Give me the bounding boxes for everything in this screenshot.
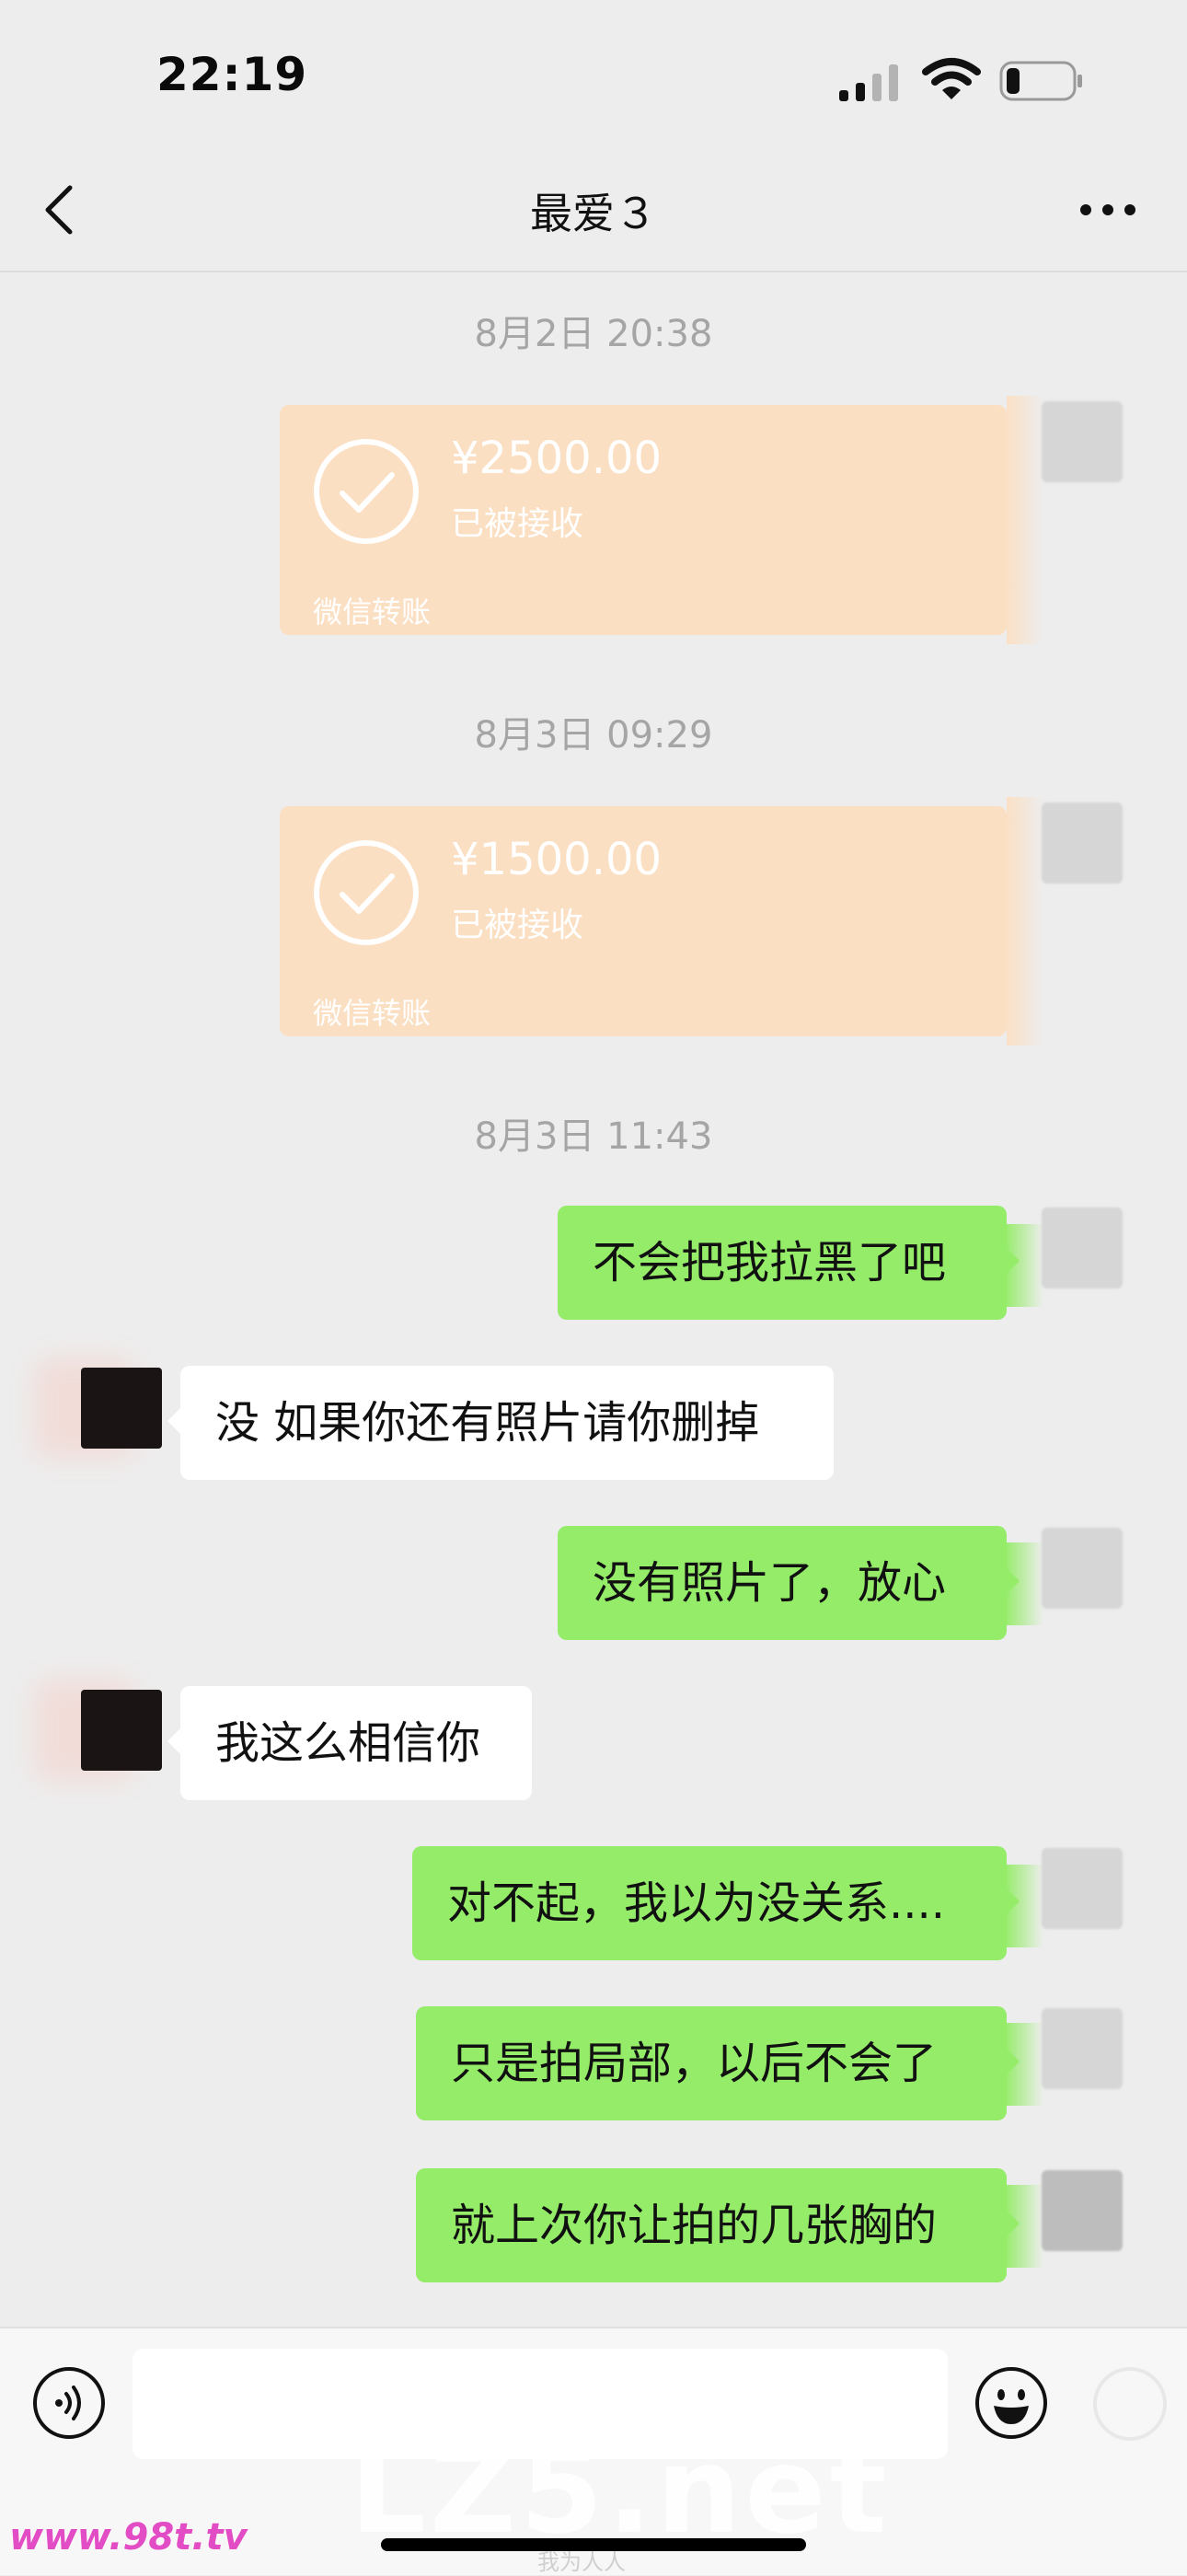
wifi-icon bbox=[922, 58, 981, 99]
battery-icon bbox=[999, 61, 1082, 101]
avatar[interactable] bbox=[1042, 1207, 1123, 1288]
transfer-label: 微信转账 bbox=[313, 996, 432, 1031]
emoji-icon[interactable] bbox=[974, 2365, 1049, 2441]
transfer-card[interactable]: ¥2500.00 已被接收 微信转账 bbox=[280, 405, 1007, 635]
avatar[interactable] bbox=[1042, 1528, 1123, 1609]
bubble-tail bbox=[1007, 1865, 1043, 1947]
message-bubble-sent[interactable]: 就上次你让拍的几张胸的 bbox=[416, 2168, 1020, 2282]
transfer-tail bbox=[1007, 396, 1043, 644]
chat-title: 最爱３ bbox=[530, 189, 657, 238]
home-indicator[interactable] bbox=[381, 2538, 806, 2551]
bubble-tail bbox=[1007, 1224, 1043, 1307]
avatar[interactable] bbox=[1042, 2170, 1123, 2251]
transfer-status: 已被接收 bbox=[451, 907, 584, 944]
avatar[interactable] bbox=[81, 1368, 162, 1449]
transfer-tail bbox=[1007, 797, 1043, 1045]
plus-button[interactable] bbox=[1093, 2367, 1167, 2441]
bubble-tail bbox=[1007, 2185, 1043, 2268]
more-icon[interactable] bbox=[1078, 201, 1137, 219]
message-bubble-sent[interactable]: 不会把我拉黑了吧 bbox=[558, 1206, 1020, 1320]
message-bubble-received[interactable]: 没 如果你还有照片请你删掉 bbox=[167, 1366, 834, 1480]
message-bubble-sent[interactable]: 只是拍局部，以后不会了 bbox=[416, 2006, 1020, 2120]
timestamp: 8月2日 20:38 bbox=[474, 313, 713, 355]
timestamp: 8月3日 09:29 bbox=[474, 714, 713, 757]
message-bubble-received[interactable]: 我这么相信你 bbox=[167, 1686, 532, 1800]
bubble-tail bbox=[1007, 2023, 1043, 2106]
bubble-tail bbox=[1007, 1542, 1043, 1625]
transfer-card[interactable]: ¥1500.00 已被接收 微信转账 bbox=[280, 806, 1007, 1036]
avatar[interactable] bbox=[1042, 803, 1123, 884]
avatar[interactable] bbox=[1042, 2008, 1123, 2089]
status-time: 22:19 bbox=[156, 48, 308, 101]
timestamp: 8月3日 11:43 bbox=[474, 1115, 713, 1158]
avatar[interactable] bbox=[1042, 401, 1123, 482]
transfer-amount: ¥2500.00 bbox=[451, 433, 663, 484]
avatar[interactable] bbox=[81, 1690, 162, 1771]
watermark-corner: www.98t.tv bbox=[9, 2516, 248, 2559]
check-circle-icon bbox=[314, 439, 419, 544]
transfer-status: 已被接收 bbox=[451, 505, 584, 543]
message-bubble-sent[interactable]: 对不起，我以为没关系.... bbox=[412, 1846, 1020, 1960]
transfer-label: 微信转账 bbox=[313, 595, 432, 630]
voice-icon[interactable] bbox=[31, 2365, 107, 2441]
transfer-amount: ¥1500.00 bbox=[451, 834, 663, 885]
avatar[interactable] bbox=[1042, 1848, 1123, 1929]
signal-icon bbox=[839, 64, 898, 101]
check-circle-icon bbox=[314, 840, 419, 945]
message-bubble-sent[interactable]: 没有照片了，放心 bbox=[558, 1526, 1020, 1640]
